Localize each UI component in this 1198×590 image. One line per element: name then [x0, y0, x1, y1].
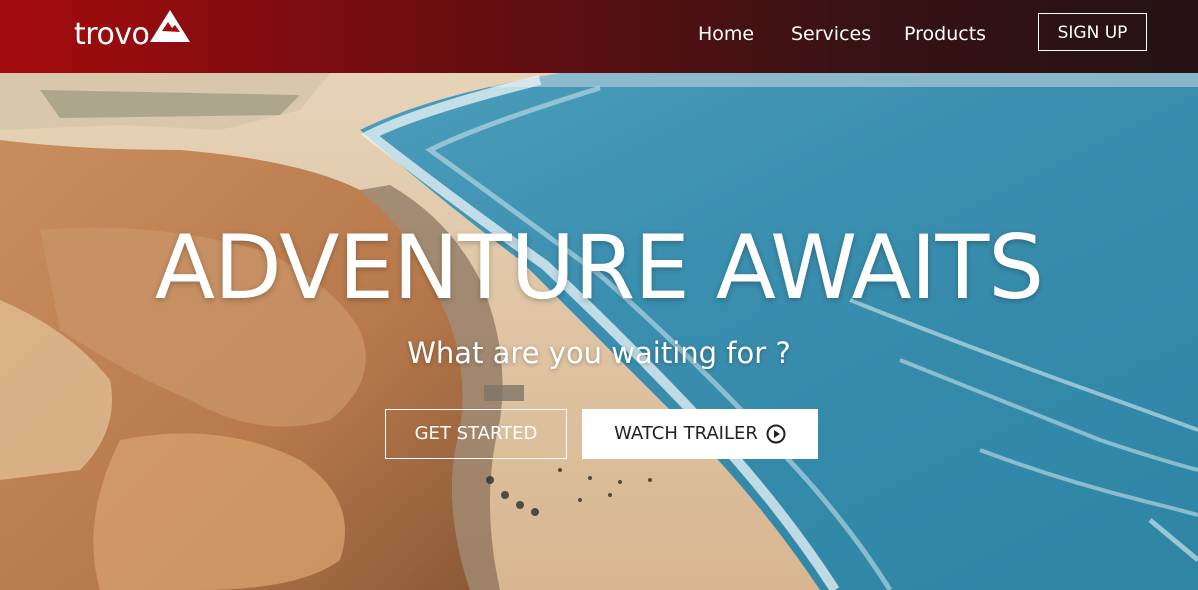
top-navbar: trovo Home Services Products SIGN UP	[0, 0, 1198, 73]
nav-link-products[interactable]: Products	[904, 22, 986, 46]
hero-headline: ADVENTURE AWAITS	[154, 216, 1044, 319]
brand-logo[interactable]: trovo	[74, 10, 191, 53]
mountain-icon	[150, 10, 191, 47]
get-started-button[interactable]: GET STARTED	[385, 409, 567, 459]
nav-link-services[interactable]: Services	[791, 22, 871, 46]
nav-link-home[interactable]: Home	[698, 22, 754, 46]
watch-trailer-button[interactable]: WATCH TRAILER	[582, 409, 818, 459]
brand-name: trovo	[74, 17, 150, 52]
signup-button[interactable]: SIGN UP	[1038, 13, 1147, 51]
watch-trailer-label: WATCH TRAILER	[614, 423, 758, 444]
hero-subheadline: What are you waiting for ?	[407, 336, 791, 370]
play-circle-icon	[766, 424, 786, 444]
